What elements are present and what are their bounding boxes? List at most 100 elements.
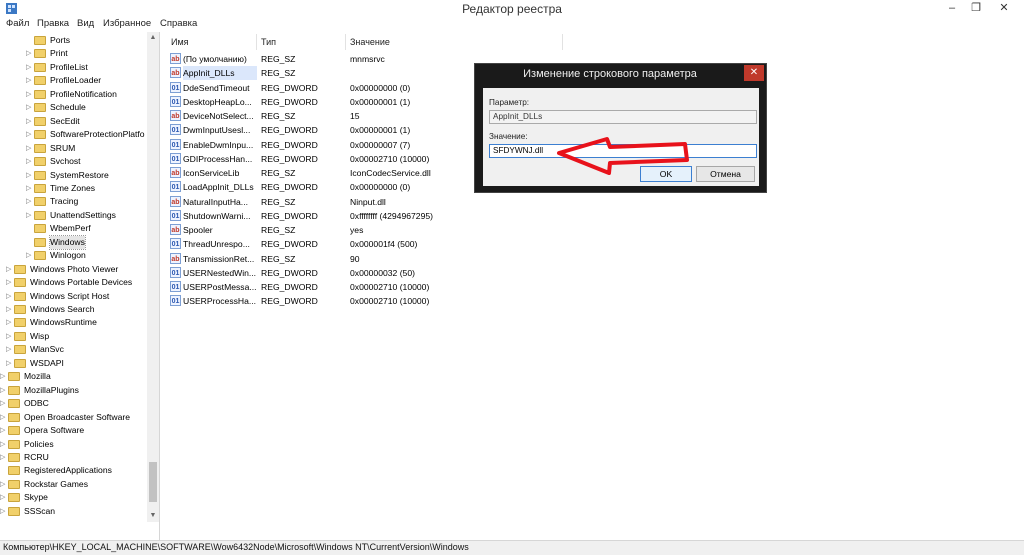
value-row[interactable]: ab NaturalInputHa... REG_SZ Ninput.dll — [164, 195, 464, 209]
expand-arrow-icon[interactable] — [26, 34, 32, 47]
value-row[interactable]: ab DeviceNotSelect... REG_SZ 15 — [164, 109, 464, 123]
column-header-data[interactable]: Значение — [350, 37, 390, 47]
tree-item-label: WlanSvc — [30, 344, 64, 355]
menu-file[interactable]: Файл — [6, 18, 29, 29]
expand-arrow-icon[interactable] — [0, 464, 6, 477]
value-row[interactable]: 01 EnableDwmInpu... REG_DWORD 0x00000007 (7… — [164, 138, 464, 152]
expand-arrow-icon[interactable]: ▷ — [6, 290, 12, 303]
menu-view[interactable]: Вид — [77, 18, 94, 29]
expand-arrow-icon[interactable]: ▷ — [0, 491, 6, 504]
scroll-down-arrow-icon[interactable]: ▼ — [147, 510, 159, 522]
expand-arrow-icon[interactable]: ▷ — [6, 343, 12, 356]
value-data: mnmsrvc — [350, 54, 385, 64]
value-row[interactable]: ab Spooler REG_SZ yes — [164, 223, 464, 237]
expand-arrow-icon[interactable]: ▷ — [0, 505, 6, 518]
value-type: REG_DWORD — [261, 153, 318, 164]
value-row[interactable]: 01 LoadAppInit_DLLs REG_DWORD 0x00000000 (0… — [164, 180, 464, 194]
folder-icon — [34, 36, 46, 45]
value-name: DeviceNotSelect... — [183, 111, 254, 121]
value-name: (По умолчанию) — [183, 54, 247, 64]
value-row[interactable]: 01 ShutdownWarni... REG_DWORD 0xffffffff (4… — [164, 209, 464, 223]
value-row[interactable]: 01 DwmInputUsesl... REG_DWORD 0x00000001 (1… — [164, 123, 464, 137]
value-row[interactable]: ab AppInit_DLLs REG_SZ — [164, 66, 464, 81]
tree-scrollbar[interactable]: ▲ ▼ — [147, 32, 159, 522]
expand-arrow-icon[interactable]: ▷ — [0, 424, 6, 437]
value-data: 0xffffffff (4294967295) — [350, 210, 433, 221]
menu-edit[interactable]: Правка — [37, 18, 69, 29]
expand-arrow-icon[interactable]: ▷ — [6, 357, 12, 370]
value-row[interactable]: 01 USERProcessHa... REG_DWORD 0x00002710 (1… — [164, 294, 464, 308]
expand-arrow-icon[interactable]: ▷ — [26, 169, 32, 182]
tree-item-label: ProfileList — [50, 61, 88, 72]
expand-arrow-icon[interactable]: ▷ — [0, 411, 6, 424]
expand-arrow-icon[interactable]: ▷ — [26, 249, 32, 262]
expand-arrow-icon[interactable]: ▷ — [0, 478, 6, 491]
folder-icon — [34, 49, 46, 59]
expand-arrow-icon[interactable]: ▷ — [6, 330, 12, 343]
value-row[interactable]: 01 USERNestedWin... REG_DWORD 0x00000032 (5… — [164, 266, 464, 280]
value-type: REG_SZ — [261, 225, 296, 235]
expand-arrow-icon[interactable]: ▷ — [26, 128, 32, 141]
dialog-close-button[interactable]: ✕ — [744, 65, 764, 81]
expand-arrow-icon[interactable]: ▷ — [26, 182, 32, 195]
scroll-thumb[interactable] — [149, 462, 157, 502]
string-value-icon: ab — [170, 67, 181, 79]
expand-arrow-icon[interactable]: ▷ — [26, 74, 32, 87]
value-data: 0x00002710 (10000) — [350, 282, 430, 292]
registry-tree[interactable]: Ports ▷ Print ▷ ProfileList ▷ ProfileLoader ▷ Pr… — [0, 32, 160, 540]
expand-arrow-icon[interactable]: ▷ — [26, 88, 32, 101]
expand-arrow-icon[interactable]: ▷ — [0, 397, 6, 410]
expand-arrow-icon[interactable]: ▷ — [26, 142, 32, 155]
tree-item-label: Print — [50, 48, 68, 59]
expand-arrow-icon[interactable]: ▷ — [26, 61, 32, 74]
dword-value-icon: 01 — [170, 295, 181, 307]
param-name-field: AppInit_DLLs — [489, 110, 757, 124]
expand-arrow-icon[interactable] — [26, 222, 32, 235]
close-window-button[interactable]: ✕ — [984, 0, 1024, 17]
expand-arrow-icon[interactable]: ▷ — [0, 384, 6, 397]
value-row[interactable]: ab IconServiceLib REG_SZ IconCodecService.d… — [164, 166, 464, 180]
expand-arrow-icon[interactable]: ▷ — [26, 195, 32, 208]
column-header-name[interactable]: Имя — [171, 37, 189, 47]
tree-item-label: SecEdit — [50, 115, 80, 126]
expand-arrow-icon[interactable]: ▷ — [0, 451, 6, 464]
column-header-type[interactable]: Тип — [261, 37, 276, 47]
expand-arrow-icon[interactable]: ▷ — [26, 155, 32, 168]
value-data: 0x000001f4 (500) — [350, 239, 418, 250]
value-type: REG_DWORD — [261, 82, 318, 93]
expand-arrow-icon[interactable]: ▷ — [6, 276, 12, 289]
value-row[interactable]: 01 DesktopHeapLo... REG_DWORD 0x00000001 (1… — [164, 95, 464, 109]
folder-icon — [34, 224, 46, 234]
value-row[interactable]: ab TransmissionRet... REG_SZ 90 — [164, 252, 464, 266]
folder-icon — [34, 103, 46, 113]
expand-arrow-icon[interactable]: ▷ — [26, 101, 32, 114]
expand-arrow-icon[interactable]: ▷ — [6, 316, 12, 329]
expand-arrow-icon[interactable] — [26, 236, 32, 249]
expand-arrow-icon[interactable]: ▷ — [26, 209, 32, 222]
expand-arrow-icon[interactable]: ▷ — [6, 263, 12, 276]
expand-arrow-icon[interactable]: ▷ — [26, 115, 32, 128]
tree-item-label: Ports — [50, 35, 71, 45]
red-arrow-annotation — [557, 137, 689, 175]
tree-item-label: RCRU — [24, 451, 49, 462]
value-row[interactable]: ab (По умолчанию) REG_SZ mnmsrvc — [164, 52, 464, 66]
value-row[interactable]: 01 USERPostMessa... REG_DWORD 0x00002710 (1… — [164, 280, 464, 294]
scroll-up-arrow-icon[interactable]: ▲ — [147, 32, 159, 44]
folder-icon — [34, 157, 46, 167]
tree-item-label: WbemPerf — [50, 223, 91, 234]
expand-arrow-icon[interactable]: ▷ — [26, 47, 32, 60]
value-row[interactable]: 01 GDIProcessHan... REG_DWORD 0x00002710 (1… — [164, 152, 464, 166]
menu-help[interactable]: Справка — [160, 18, 197, 29]
expand-arrow-icon[interactable]: ▷ — [6, 303, 12, 316]
folder-icon — [34, 251, 46, 261]
value-row[interactable]: 01 DdeSendTimeout REG_DWORD 0x00000000 (0) — [164, 81, 464, 95]
menu-favorites[interactable]: Избранное — [103, 18, 151, 29]
value-row[interactable]: 01 ThreadUnrespo... REG_DWORD 0x000001f4 (5… — [164, 237, 464, 251]
dword-value-icon: 01 — [170, 81, 181, 93]
cancel-button[interactable]: Отмена — [696, 166, 755, 182]
tree-item-label: ProfileNotification — [50, 88, 117, 99]
folder-icon — [14, 331, 26, 341]
value-data: 0x00000001 (1) — [350, 125, 411, 136]
expand-arrow-icon[interactable]: ▷ — [0, 370, 6, 383]
expand-arrow-icon[interactable]: ▷ — [0, 438, 6, 451]
